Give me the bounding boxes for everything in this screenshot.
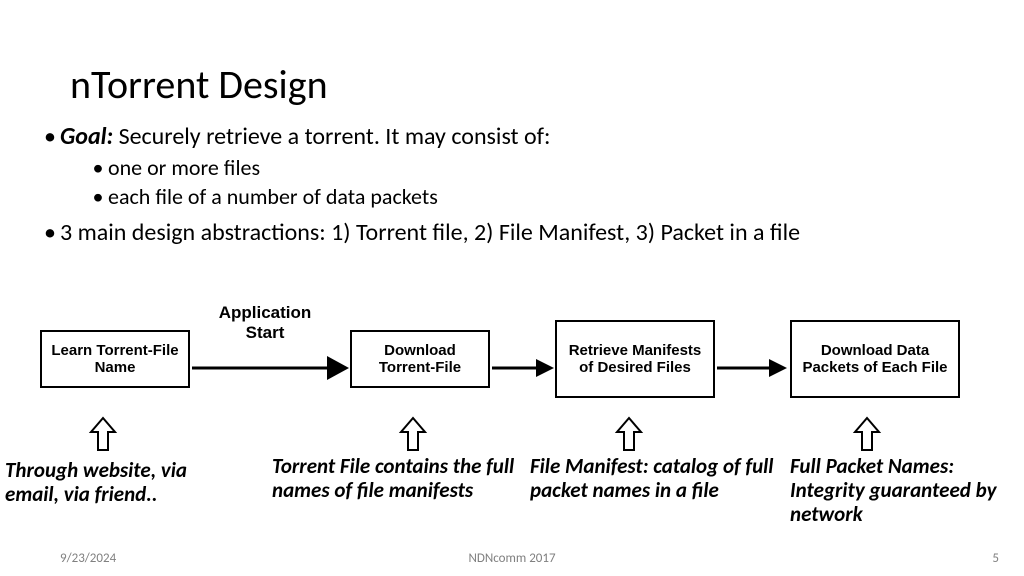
flow-box-download-torrent: Download Torrent-File bbox=[350, 330, 490, 388]
arrow-right-icon bbox=[717, 359, 787, 377]
bullet-abstractions: • 3 main design abstractions: 1) Torrent… bbox=[40, 218, 980, 248]
arrow-up-icon bbox=[88, 416, 118, 452]
sub-bullet-2: • each file of a number of data packets bbox=[88, 183, 980, 211]
sub-bullet-text: each file of a number of data packets bbox=[108, 183, 438, 211]
sub-bullet-text: one or more files bbox=[108, 154, 260, 182]
footer-page-number: 5 bbox=[992, 551, 999, 566]
bullet-text: 3 main design abstractions: 1) Torrent f… bbox=[60, 218, 800, 248]
sub-bullet-1: • one or more files bbox=[88, 154, 980, 182]
annotation-2: Torrent File contains the full names of … bbox=[272, 454, 522, 502]
bullet-list: • Goal: Securely retrieve a torrent. It … bbox=[40, 120, 980, 248]
bullet-dot: • bbox=[40, 218, 60, 248]
slide: nTorrent Design • Goal: Securely retriev… bbox=[0, 0, 1024, 576]
goal-label: Goal: bbox=[60, 122, 113, 151]
sub-bullets: • one or more files • each file of a num… bbox=[88, 154, 980, 210]
application-start-label: Application Start bbox=[200, 303, 330, 343]
annotation-3: File Manifest: catalog of full packet na… bbox=[530, 454, 780, 502]
arrow-up-icon bbox=[852, 416, 882, 452]
flow-box-learn-name: Learn Torrent-File Name bbox=[40, 330, 190, 388]
bullet-dot: • bbox=[88, 183, 108, 211]
bullet-goal: • Goal: Securely retrieve a torrent. It … bbox=[40, 122, 980, 152]
slide-title: nTorrent Design bbox=[70, 60, 328, 109]
arrow-up-icon bbox=[398, 416, 428, 452]
arrow-up-icon bbox=[614, 416, 644, 452]
arrow-right-icon bbox=[492, 359, 554, 377]
bullet-dot: • bbox=[40, 122, 60, 152]
goal-text: Securely retrieve a torrent. It may cons… bbox=[113, 122, 550, 151]
footer-center: NDNcomm 2017 bbox=[0, 551, 1024, 566]
bullet-dot: • bbox=[88, 154, 108, 182]
flow-box-retrieve-manifests: Retrieve Manifests of Desired Files bbox=[555, 320, 715, 398]
arrow-right-icon bbox=[192, 359, 348, 377]
bullet-text: Goal: Securely retrieve a torrent. It ma… bbox=[60, 122, 550, 152]
annotation-4: Full Packet Names: Integrity guaranteed … bbox=[790, 454, 1010, 526]
flow-box-download-packets: Download Data Packets of Each File bbox=[790, 320, 960, 398]
annotation-1: Through website, via email, via friend.. bbox=[5, 458, 245, 506]
